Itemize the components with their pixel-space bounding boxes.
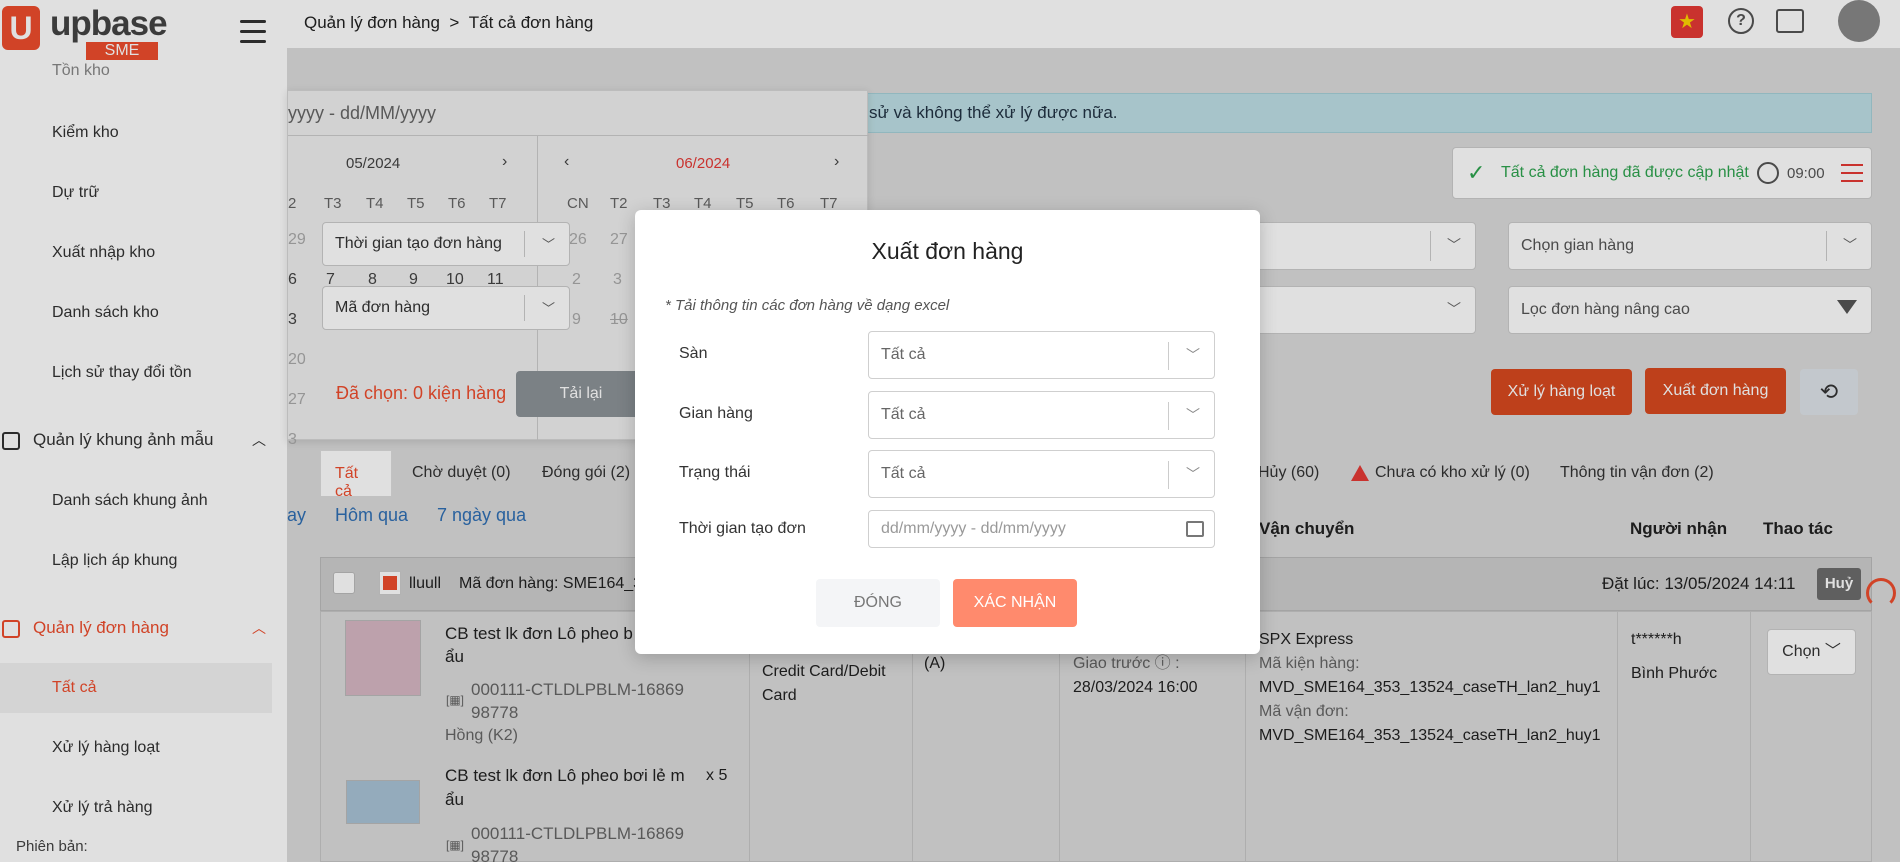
status-label: Trạng thái xyxy=(679,464,751,481)
modal-title: Xuất đơn hàng xyxy=(871,238,1024,264)
close-button[interactable]: ĐÓNG xyxy=(816,579,940,627)
shop-select-modal[interactable]: Tất cả ﹀ xyxy=(868,391,1215,439)
chevron-down-icon: ﹀ xyxy=(1186,407,1200,423)
modal-note: * Tải thông tin các đơn hàng về dạng exc… xyxy=(665,297,950,314)
confirm-button[interactable]: XÁC NHẬN xyxy=(953,579,1077,627)
platform-select[interactable]: Tất cả ﹀ xyxy=(868,331,1215,379)
created-time-label: Thời gian tạo đơn xyxy=(679,520,806,537)
export-orders-modal: Xuất đơn hàng * Tải thông tin các đơn hà… xyxy=(635,210,1260,654)
calendar-icon xyxy=(1186,521,1204,537)
chevron-down-icon: ﹀ xyxy=(1186,466,1200,482)
created-date-range-input[interactable]: dd/mm/yyyy - dd/mm/yyyy xyxy=(868,510,1215,548)
status-select[interactable]: Tất cả ﹀ xyxy=(868,450,1215,498)
shop-label: Gian hàng xyxy=(679,405,753,422)
platform-label: Sàn xyxy=(679,345,708,362)
chevron-down-icon: ﹀ xyxy=(1186,347,1200,363)
